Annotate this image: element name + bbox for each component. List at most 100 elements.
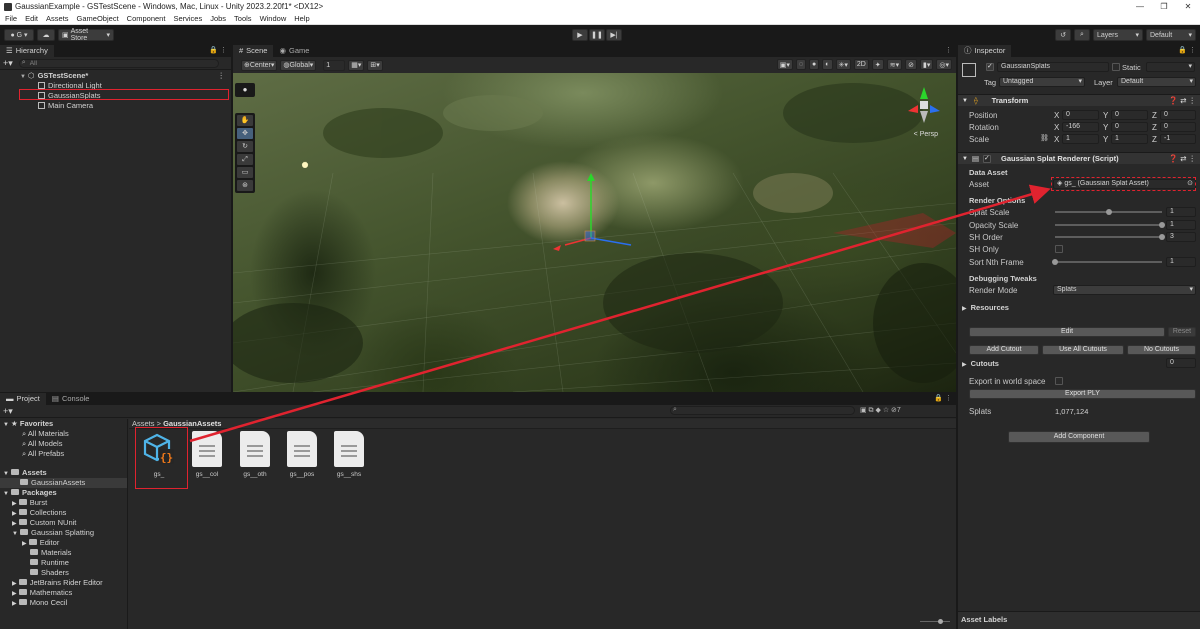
position-x-field[interactable]: 0 [1062, 110, 1099, 120]
project-search[interactable] [670, 406, 855, 415]
draw-mode-button[interactable]: ▣▾ [776, 59, 793, 70]
component-menu-icons[interactable]: ❓ ⇄ ⋮ [1169, 154, 1196, 163]
maximize-button[interactable]: ❐ [1152, 0, 1176, 13]
menu-assets[interactable]: Assets [46, 14, 69, 23]
scene-viewport[interactable]: ✹ ✋ ✥ ↻ ⤢ ▭ ⊛ ● < Persp [233, 73, 956, 392]
close-button[interactable]: ✕ [1176, 0, 1200, 13]
menu-tools[interactable]: Tools [234, 14, 252, 23]
effects-button[interactable]: ≋▾ [886, 59, 903, 70]
transform-tool-button[interactable]: ⊛ [237, 180, 253, 191]
slider-knob[interactable] [938, 619, 943, 624]
rotate-tool-button[interactable]: ↻ [237, 141, 253, 152]
menu-component[interactable]: Component [127, 14, 166, 23]
layer-dropdown[interactable]: Default ▾ [1117, 77, 1196, 87]
create-button[interactable]: +▾ [3, 406, 13, 417]
asset-file[interactable]: gs__pos [280, 431, 324, 478]
active-checkbox[interactable]: ✓ [986, 63, 994, 71]
orientation-gizmo[interactable] [902, 83, 946, 127]
hierarchy-item[interactable]: Main Camera [0, 101, 231, 111]
space-dropdown[interactable]: ◍ Global ▾ [280, 59, 317, 71]
create-button[interactable]: +▾ [3, 58, 13, 69]
rotation-x-field[interactable]: -166 [1062, 122, 1099, 132]
constrain-scale-icon[interactable]: ⛓ [1040, 134, 1049, 142]
gizmos-button[interactable]: ◎▾ [936, 59, 952, 70]
transform-header[interactable]: ▼ ⟠ Transform ❓ ⇄ ⋮ [958, 94, 1200, 106]
lock-icon[interactable]: 🔒 ⋮ [1178, 45, 1196, 57]
render-mode-dropdown[interactable]: Splats ▾ [1053, 285, 1196, 295]
snap-settings-button[interactable]: ⊞▾ [367, 59, 383, 71]
subfolder-item[interactable]: Materials [0, 548, 127, 558]
rotation-y-field[interactable]: 0 [1111, 122, 1148, 132]
resources-foldout[interactable]: ▶ Resources [962, 303, 1009, 312]
package-item[interactable]: ▶ Burst [0, 498, 127, 508]
sh-only-checkbox[interactable] [1055, 245, 1063, 253]
account-button[interactable]: ● G ▾ [4, 29, 34, 41]
object-name-field[interactable]: GaussianSplats [997, 62, 1109, 72]
toggle-2d-button[interactable]: 2D [853, 59, 869, 70]
add-component-button[interactable]: Add Component [1008, 431, 1150, 443]
subfolder-item[interactable]: ▶ Editor [0, 538, 127, 548]
grid-visibility-button[interactable]: ▦▾ [348, 59, 365, 71]
perspective-label[interactable]: < Persp [914, 131, 938, 138]
asset-file[interactable]: gs__col [185, 431, 229, 478]
subfolder-item[interactable]: Runtime [0, 558, 127, 568]
tag-dropdown[interactable]: Untagged ▾ [999, 77, 1085, 87]
asset-labels-bar[interactable]: Asset Labels [958, 611, 1200, 629]
tab-scene[interactable]: # Scene [233, 45, 274, 57]
opacity-scale-slider[interactable] [1055, 219, 1165, 231]
view-tool-button[interactable]: ✋ [237, 115, 253, 126]
reset-button[interactable]: Reset [1168, 327, 1196, 337]
static-dropdown[interactable]: ▾ [1146, 62, 1195, 72]
export-world-checkbox[interactable] [1055, 377, 1063, 385]
shaded-solid-button[interactable]: ● [809, 59, 820, 70]
menu-edit[interactable]: Edit [25, 14, 38, 23]
favorites-row[interactable]: ▼ ★ Favorites [0, 419, 127, 429]
hidden-objects-button[interactable]: ⊘ [905, 59, 917, 70]
layout-dropdown[interactable]: Default ▾ [1146, 29, 1196, 41]
sh-order-field[interactable]: 3 [1166, 232, 1196, 242]
rect-tool-button[interactable]: ▭ [237, 167, 253, 178]
position-z-field[interactable]: 0 [1160, 110, 1196, 120]
edit-button[interactable]: Edit [969, 327, 1165, 337]
more-icon[interactable]: ⋮ [945, 45, 952, 57]
icon-size-slider[interactable] [920, 619, 950, 625]
scene-row[interactable]: ▼ ⬡ GSTestScene* ⋮ [0, 71, 231, 81]
slider-knob[interactable] [1105, 209, 1112, 215]
menu-gameobject[interactable]: GameObject [77, 14, 119, 23]
subfolder-item[interactable]: Shaders [0, 568, 127, 578]
tab-console[interactable]: ▤ Console [45, 393, 96, 405]
splat-scale-field[interactable]: 1 [1166, 207, 1196, 217]
export-ply-button[interactable]: Export PLY [969, 389, 1196, 399]
lighting-button[interactable]: ◐ [822, 59, 833, 70]
sort-nth-slider[interactable] [1052, 256, 1162, 268]
grid-snap-field[interactable]: 1 [323, 59, 346, 71]
search-button[interactable]: ⌕ [1074, 29, 1090, 41]
asset-file[interactable]: gs__shs [327, 431, 371, 478]
overlay-menu-button[interactable]: ● [235, 83, 255, 97]
audio-button[interactable]: ✦ [871, 59, 884, 70]
slider-knob[interactable] [1052, 259, 1058, 265]
menu-jobs[interactable]: Jobs [210, 14, 226, 23]
step-button[interactable]: ▶| [606, 29, 622, 41]
layers-dropdown[interactable]: Layers ▾ [1093, 29, 1143, 41]
minimize-button[interactable]: — [1128, 0, 1152, 13]
menu-file[interactable]: File [5, 14, 17, 23]
position-y-field[interactable]: 0 [1111, 110, 1148, 120]
splat-scale-slider[interactable] [1055, 206, 1162, 218]
tab-game[interactable]: ◉ Game [273, 45, 316, 57]
fx-button[interactable]: ✳▾ [835, 59, 851, 70]
favorite-item[interactable]: ⌕ All Materials [0, 429, 127, 439]
tab-project[interactable]: ▬ Project [0, 393, 46, 405]
use-all-cutouts-button[interactable]: Use All Cutouts [1042, 345, 1124, 355]
pivot-dropdown[interactable]: ⊕ Center ▾ [241, 59, 278, 71]
opacity-scale-field[interactable]: 1 [1166, 220, 1196, 230]
folder-gaussianassets[interactable]: GaussianAssets [0, 478, 127, 488]
lock-icon[interactable]: 🔒 ⋮ [934, 393, 952, 405]
pause-button[interactable]: ❚❚ [589, 29, 605, 41]
asset-file[interactable]: gs__oth [233, 431, 277, 478]
package-item[interactable]: ▶ Mono Cecil [0, 598, 127, 608]
cutouts-count-field[interactable]: 0 [1166, 358, 1196, 368]
move-tool-button[interactable]: ✥ [237, 128, 253, 139]
scale-z-field[interactable]: -1 [1160, 134, 1196, 144]
add-cutout-button[interactable]: Add Cutout [969, 345, 1039, 355]
